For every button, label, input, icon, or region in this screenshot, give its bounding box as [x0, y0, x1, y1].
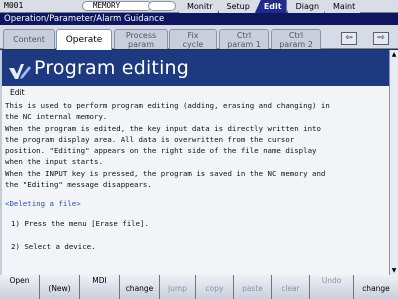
text-line: When the INPUT key is pressed, the progr… — [5, 168, 326, 178]
tab-edit[interactable]: Edit — [254, 0, 287, 13]
menu-label: clear — [281, 284, 300, 293]
menu-label: change — [125, 284, 154, 293]
scroll-down-icon[interactable]: ▼ — [390, 266, 398, 275]
tab-label-line2: cycle — [182, 40, 204, 49]
tab-label: Operate — [65, 35, 103, 45]
menu-jump-button[interactable]: jump — [160, 275, 196, 299]
guidance-text: This is used to perform program editing … — [5, 100, 389, 252]
tab-label: Ctrl — [236, 31, 252, 40]
text-line: position. "Editing" appears on the right… — [5, 146, 317, 156]
tab-label-line2: param 1 — [227, 40, 261, 49]
prev-tab-button[interactable]: ⇦ — [341, 32, 357, 45]
tab-label: Content — [13, 35, 45, 44]
window-title: Operation/Parameter/Alarm Guidance — [0, 13, 398, 25]
top-tabs: Monitr Setup Edit Diagn Maint — [178, 0, 361, 13]
menu-label: jump — [168, 284, 187, 293]
menu-label: Open — [9, 276, 30, 285]
tab-diagn[interactable]: Diagn — [286, 0, 325, 13]
tab-content[interactable]: Content — [3, 29, 55, 49]
tab-operate[interactable]: Operate — [56, 29, 112, 50]
text-line: This is used to perform program editing … — [5, 101, 330, 110]
menu-clear-button[interactable]: clear — [272, 275, 310, 299]
alarm-code: M001 — [4, 1, 24, 10]
text-line: the NC internal memory. — [5, 112, 108, 122]
menu-label: MDI — [92, 276, 107, 285]
menu-undo-button[interactable]: Undo — [310, 275, 354, 299]
icon-label: Edit — [8, 88, 27, 98]
menu-copy-button[interactable]: copy — [196, 275, 234, 299]
tab-maint[interactable]: Maint — [324, 0, 361, 13]
scroll-up-icon[interactable]: ▲ — [390, 50, 398, 59]
menu-paste-button[interactable]: paste — [234, 275, 272, 299]
text-line: When the program is edited, the key inpu… — [5, 123, 321, 133]
tab-label: Fix — [187, 31, 199, 40]
menu-mdi-button[interactable]: MDI — [80, 275, 120, 299]
tab-setup[interactable]: Setup — [217, 0, 255, 13]
menu-label: change — [362, 284, 390, 293]
text-line: when the input starts. — [5, 157, 103, 167]
guidance-tabs: Content Operate Process param Fix cycle … — [0, 25, 398, 50]
page-title: Program editing — [34, 57, 190, 79]
arrow-left-icon: ⇦ — [345, 33, 353, 43]
guidance-content: Program editing Edit This is used to per… — [0, 50, 389, 275]
section-link[interactable]: <Deleting a file> — [5, 198, 389, 209]
menu-label: paste — [242, 284, 263, 293]
menu-label: copy — [205, 284, 224, 293]
tab-fix-cycle[interactable]: Fix cycle — [169, 29, 217, 49]
menu-new-button[interactable]: (New) — [40, 275, 80, 299]
text-line: the "Editing" message disappears. — [5, 180, 152, 190]
tab-ctrl-param-2[interactable]: Ctrl param 2 — [271, 29, 321, 49]
arrow-right-icon: ⇨ — [377, 33, 385, 43]
menu-label: Undo — [321, 276, 342, 285]
tab-label-line2: param 2 — [279, 40, 313, 49]
step-1: 1) Press the menu [Erase file]. — [11, 218, 149, 228]
heading-strip — [2, 86, 389, 100]
status-bar: M001 MEMORY Monitr Setup Edit Diagn Main… — [0, 0, 398, 13]
tab-process-param[interactable]: Process param — [114, 29, 168, 49]
tab-label: Ctrl — [288, 31, 304, 40]
tab-ctrl-param-1[interactable]: Ctrl param 1 — [219, 29, 269, 49]
tab-label-line2: param — [128, 40, 154, 49]
menu-open-button[interactable]: Open — [0, 275, 40, 299]
menu-change-button[interactable]: change — [120, 275, 160, 299]
edit-icon — [9, 64, 31, 79]
menu-label: (New) — [48, 284, 71, 293]
scrollbar[interactable]: ▲ ▼ — [389, 50, 398, 275]
menu-bar: Open (New) MDI change jump copy paste cl… — [0, 275, 398, 299]
mode-indicator — [148, 1, 176, 11]
memory-indicator: MEMORY — [82, 1, 152, 11]
menu-change2-button[interactable]: change — [354, 275, 398, 299]
text-line: the program display area. All data is ov… — [5, 134, 295, 144]
tab-monitr[interactable]: Monitr — [178, 0, 218, 13]
step-2: 2) Select a device. — [11, 241, 96, 251]
tab-label: Process — [125, 31, 157, 40]
next-tab-button[interactable]: ⇨ — [373, 32, 389, 45]
